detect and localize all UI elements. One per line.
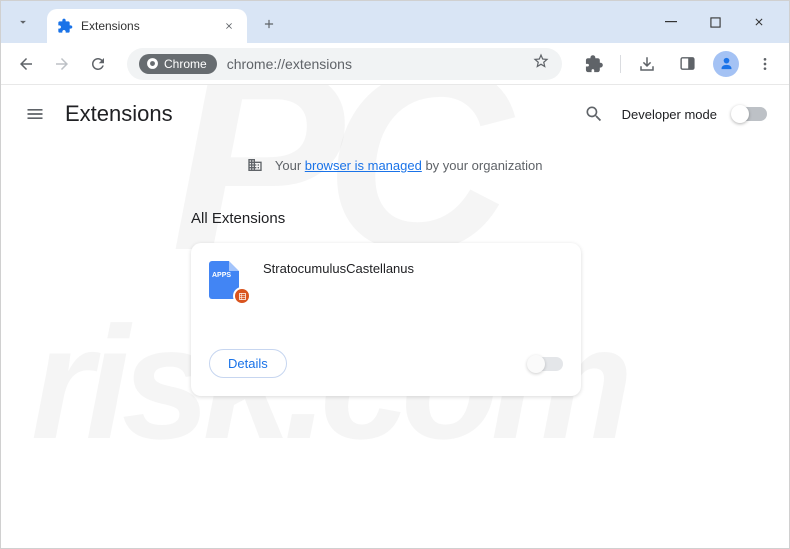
details-button[interactable]: Details: [209, 349, 287, 378]
extension-puzzle-icon: [57, 18, 73, 34]
chrome-chip-label: Chrome: [164, 57, 207, 71]
chrome-menu-icon[interactable]: [751, 50, 779, 78]
developer-mode-toggle[interactable]: [733, 107, 767, 121]
bookmark-star-icon[interactable]: [532, 52, 550, 75]
hamburger-menu-icon[interactable]: [23, 102, 47, 126]
extension-enable-toggle[interactable]: [529, 357, 563, 371]
tab-search-button[interactable]: [9, 8, 37, 36]
maximize-button[interactable]: [703, 10, 727, 34]
browser-toolbar: Chrome chrome://extensions: [1, 43, 789, 85]
page-title: Extensions: [65, 101, 173, 127]
reload-button[interactable]: [83, 49, 113, 79]
managed-suffix: by your organization: [422, 158, 543, 173]
building-icon: [247, 157, 263, 176]
minimize-button[interactable]: [659, 10, 683, 34]
chrome-origin-chip: Chrome: [139, 54, 217, 74]
profile-avatar-icon[interactable]: [713, 51, 739, 77]
new-tab-button[interactable]: [255, 10, 283, 38]
url-text: chrome://extensions: [227, 56, 352, 72]
downloads-icon[interactable]: [633, 50, 661, 78]
side-panel-icon[interactable]: [673, 50, 701, 78]
browser-tab[interactable]: Extensions: [47, 9, 247, 43]
tab-title: Extensions: [81, 19, 221, 33]
main-content: All Extensions StratocumulusCastellanus …: [1, 190, 789, 416]
developer-mode-label: Developer mode: [622, 107, 717, 122]
extension-name: StratocumulusCastellanus: [263, 261, 414, 276]
extension-card: StratocumulusCastellanus Details: [191, 243, 581, 396]
forward-button[interactable]: [47, 49, 77, 79]
toolbar-separator: [620, 55, 621, 73]
close-window-button[interactable]: [747, 10, 771, 34]
extensions-toolbar-icon[interactable]: [580, 50, 608, 78]
extension-app-icon: [209, 261, 245, 301]
page-header: Extensions Developer mode: [1, 85, 789, 143]
back-button[interactable]: [11, 49, 41, 79]
title-bar: Extensions: [1, 1, 789, 43]
managed-prefix: Your: [275, 158, 305, 173]
address-bar[interactable]: Chrome chrome://extensions: [127, 48, 562, 80]
managed-banner: Your browser is managed by your organiza…: [1, 143, 789, 190]
close-tab-button[interactable]: [221, 18, 237, 34]
managed-link[interactable]: browser is managed: [305, 158, 422, 173]
search-icon[interactable]: [582, 102, 606, 126]
section-title: All Extensions: [191, 210, 769, 227]
chrome-icon: [145, 57, 159, 71]
